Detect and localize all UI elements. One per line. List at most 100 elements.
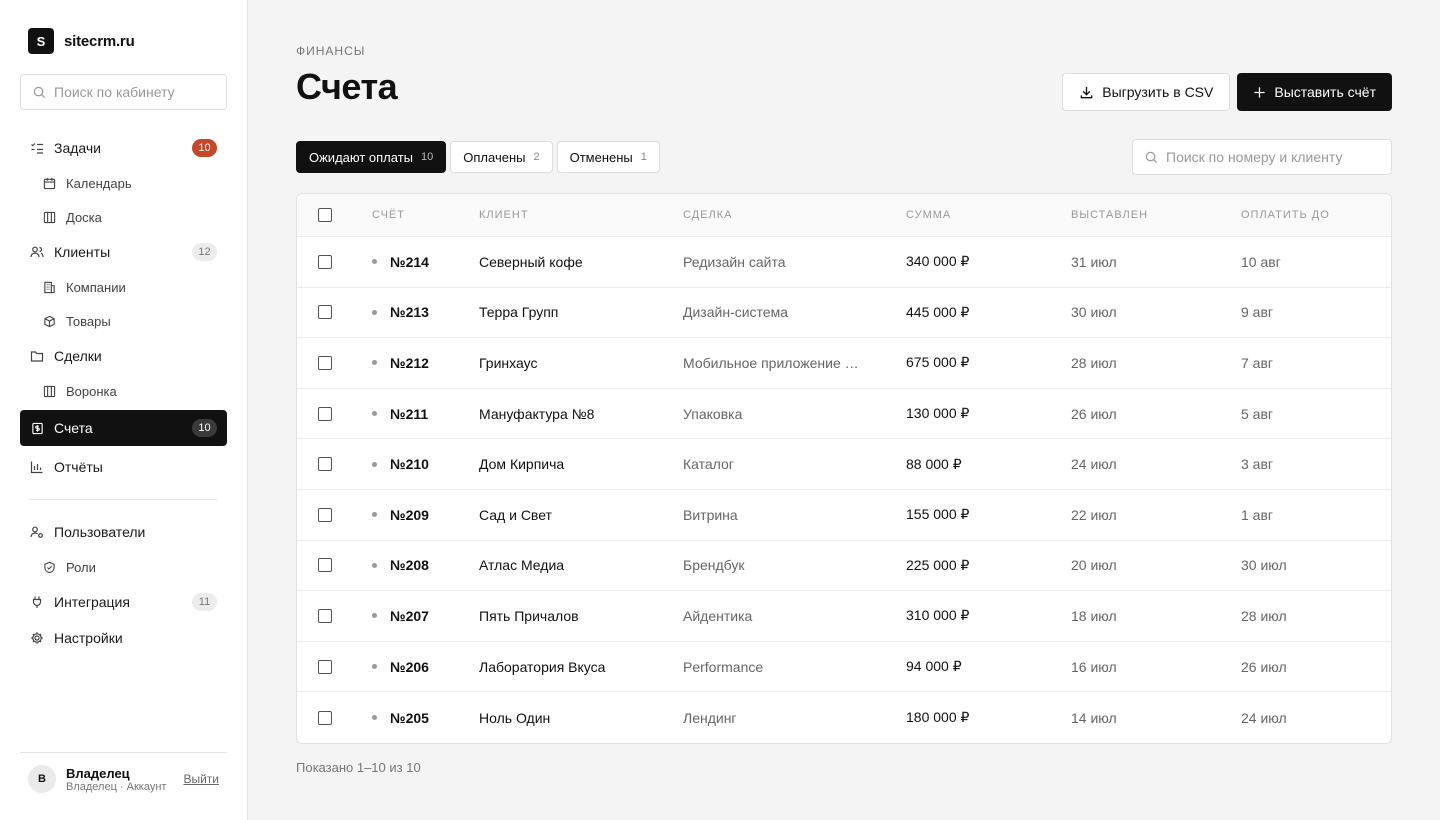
table-row[interactable]: №205 Ноль Один Лендинг 180 000 ₽ 14 июл … bbox=[297, 692, 1391, 743]
client-name[interactable]: Терра Групп bbox=[479, 304, 683, 320]
deal-name[interactable]: Мобильное приложение … bbox=[683, 355, 906, 371]
sidebar-item2-1[interactable]: Роли bbox=[20, 550, 227, 584]
invoice-number[interactable]: №205 bbox=[390, 710, 429, 726]
table-row[interactable]: №208 Атлас Медиа Брендбук 225 000 ₽ 20 и… bbox=[297, 541, 1391, 592]
column-header-deal[interactable]: СДЕЛКА bbox=[683, 209, 906, 221]
client-name[interactable]: Гринхаус bbox=[479, 355, 683, 371]
select-all-checkbox[interactable] bbox=[318, 208, 332, 222]
row-checkbox[interactable] bbox=[318, 254, 332, 269]
table-row[interactable]: №212 Гринхаус Мобильное приложение … 675… bbox=[297, 338, 1391, 389]
sidebar-item-7[interactable]: Воронка bbox=[20, 374, 227, 408]
table-row[interactable]: №207 Пять Причалов Айдентика 310 000 ₽ 1… bbox=[297, 591, 1391, 642]
column-header-issued[interactable]: ВЫСТАВЛЕН bbox=[1071, 209, 1241, 221]
client-name[interactable]: Атлас Медиа bbox=[479, 557, 683, 573]
client-name[interactable]: Сад и Свет bbox=[479, 507, 683, 523]
client-name[interactable]: Северный кофе bbox=[479, 254, 683, 270]
sidebar-item-label: Настройки bbox=[54, 630, 123, 646]
deal-name[interactable]: Айдентика bbox=[683, 608, 906, 624]
sidebar-item-label: Доска bbox=[66, 209, 102, 225]
tab-0[interactable]: Ожидают оплаты 10 bbox=[296, 141, 447, 173]
invoice-number[interactable]: №206 bbox=[390, 659, 429, 675]
row-checkbox[interactable] bbox=[318, 355, 332, 370]
sidebar-search-input[interactable]: Поиск по кабинету bbox=[20, 74, 227, 110]
row-checkbox[interactable] bbox=[318, 608, 332, 623]
table-row[interactable]: №210 Дом Кирпича Каталог 88 000 ₽ 24 июл… bbox=[297, 439, 1391, 490]
row-checkbox[interactable] bbox=[318, 507, 332, 522]
sidebar-item-2[interactable]: Доска bbox=[20, 200, 227, 234]
sidebar-item-0[interactable]: Задачи 10 bbox=[20, 130, 227, 166]
row-checkbox[interactable] bbox=[318, 659, 332, 674]
invoice-number[interactable]: №207 bbox=[390, 608, 429, 624]
sidebar-item2-0[interactable]: Пользователи bbox=[20, 514, 227, 550]
status-dot bbox=[372, 512, 377, 518]
table-row[interactable]: №213 Терра Групп Дизайн-система 445 000 … bbox=[297, 288, 1391, 339]
row-checkbox[interactable] bbox=[318, 457, 332, 472]
avatar[interactable]: В bbox=[28, 765, 56, 793]
invoice-icon bbox=[30, 421, 44, 435]
tab-count: 1 bbox=[640, 151, 647, 163]
table-row[interactable]: №214 Северный кофе Редизайн сайта 340 00… bbox=[297, 237, 1391, 288]
client-name[interactable]: Мануфактура №8 bbox=[479, 406, 683, 422]
create-invoice-button[interactable]: Выставить счёт bbox=[1237, 73, 1392, 111]
count-badge: 12 bbox=[192, 243, 217, 261]
deal-name[interactable]: Редизайн сайта bbox=[683, 254, 906, 270]
table-row[interactable]: №211 Мануфактура №8 Упаковка 130 000 ₽ 2… bbox=[297, 389, 1391, 440]
sidebar-item2-3[interactable]: Настройки bbox=[20, 620, 227, 656]
invoice-number[interactable]: №213 bbox=[390, 304, 429, 320]
invoice-number[interactable]: №210 bbox=[390, 456, 429, 472]
logout-link[interactable]: Выйти bbox=[183, 772, 219, 786]
column-header-amount[interactable]: СУММА bbox=[906, 209, 1071, 221]
status-dot bbox=[372, 461, 377, 467]
sidebar-item-4[interactable]: Компании bbox=[20, 270, 227, 304]
export-csv-button[interactable]: Выгрузить в CSV bbox=[1062, 73, 1231, 111]
deal-name[interactable]: Каталог bbox=[683, 456, 906, 472]
deal-name[interactable]: Дизайн-система bbox=[683, 304, 906, 320]
pagination-summary: Показано 1–10 из 10 bbox=[296, 760, 421, 775]
sidebar-item-5[interactable]: Товары bbox=[20, 304, 227, 338]
client-name[interactable]: Лаборатория Вкуса bbox=[479, 659, 683, 675]
sidebar-item-6[interactable]: Сделки bbox=[20, 338, 227, 374]
invoice-amount: 310 000 ₽ bbox=[906, 607, 970, 624]
row-checkbox[interactable] bbox=[318, 558, 332, 573]
table-row[interactable]: №209 Сад и Свет Витрина 155 000 ₽ 22 июл… bbox=[297, 490, 1391, 541]
tab-count: 2 bbox=[533, 151, 540, 163]
sidebar-item-9[interactable]: Отчёты bbox=[20, 449, 227, 485]
invoice-amount: 225 000 ₽ bbox=[906, 556, 970, 573]
sidebar: S sitecrm.ru Поиск по кабинету Задачи 10 К… bbox=[0, 0, 248, 820]
table-row[interactable]: №206 Лаборатория Вкуса Performance 94 00… bbox=[297, 642, 1391, 693]
client-name[interactable]: Дом Кирпича bbox=[479, 456, 683, 472]
column-header-client[interactable]: КЛИЕНТ bbox=[479, 209, 683, 221]
issued-date: 22 июл bbox=[1071, 506, 1117, 523]
client-name[interactable]: Пять Причалов bbox=[479, 608, 683, 624]
count-badge: 10 bbox=[192, 419, 217, 437]
deal-name[interactable]: Performance bbox=[683, 659, 906, 675]
tab-2[interactable]: Отменены 1 bbox=[556, 141, 660, 173]
deal-name[interactable]: Лендинг bbox=[683, 710, 906, 726]
export-csv-label: Выгрузить в CSV bbox=[1102, 84, 1214, 100]
row-checkbox[interactable] bbox=[318, 710, 332, 725]
row-checkbox[interactable] bbox=[318, 305, 332, 320]
table-search-input[interactable]: Поиск по номеру и клиенту bbox=[1132, 139, 1392, 175]
sidebar-item-8[interactable]: Счета 10 bbox=[20, 410, 227, 446]
sidebar-item2-2[interactable]: Интеграция 11 bbox=[20, 584, 227, 620]
sidebar-item-3[interactable]: Клиенты 12 bbox=[20, 234, 227, 270]
deal-name[interactable]: Брендбук bbox=[683, 557, 906, 573]
invoice-number[interactable]: №208 bbox=[390, 557, 429, 573]
invoice-number[interactable]: №212 bbox=[390, 355, 429, 371]
invoice-amount: 445 000 ₽ bbox=[906, 303, 970, 320]
issued-date: 24 июл bbox=[1071, 456, 1117, 473]
column-header-invoice[interactable]: СЧЁТ bbox=[372, 209, 479, 221]
invoice-number[interactable]: №214 bbox=[390, 254, 429, 270]
invoice-number[interactable]: №211 bbox=[390, 406, 428, 422]
sidebar-item-1[interactable]: Календарь bbox=[20, 166, 227, 200]
invoice-number[interactable]: №209 bbox=[390, 507, 429, 523]
issued-date: 28 июл bbox=[1071, 354, 1117, 371]
deal-name[interactable]: Витрина bbox=[683, 507, 906, 523]
row-checkbox[interactable] bbox=[318, 406, 332, 421]
client-name[interactable]: Ноль Один bbox=[479, 710, 683, 726]
brand[interactable]: S sitecrm.ru bbox=[28, 28, 135, 54]
status-dot bbox=[372, 715, 377, 721]
deal-name[interactable]: Упаковка bbox=[683, 406, 906, 422]
tab-1[interactable]: Оплачены 2 bbox=[450, 141, 553, 173]
column-header-due[interactable]: ОПЛАТИТЬ ДО bbox=[1241, 209, 1391, 221]
